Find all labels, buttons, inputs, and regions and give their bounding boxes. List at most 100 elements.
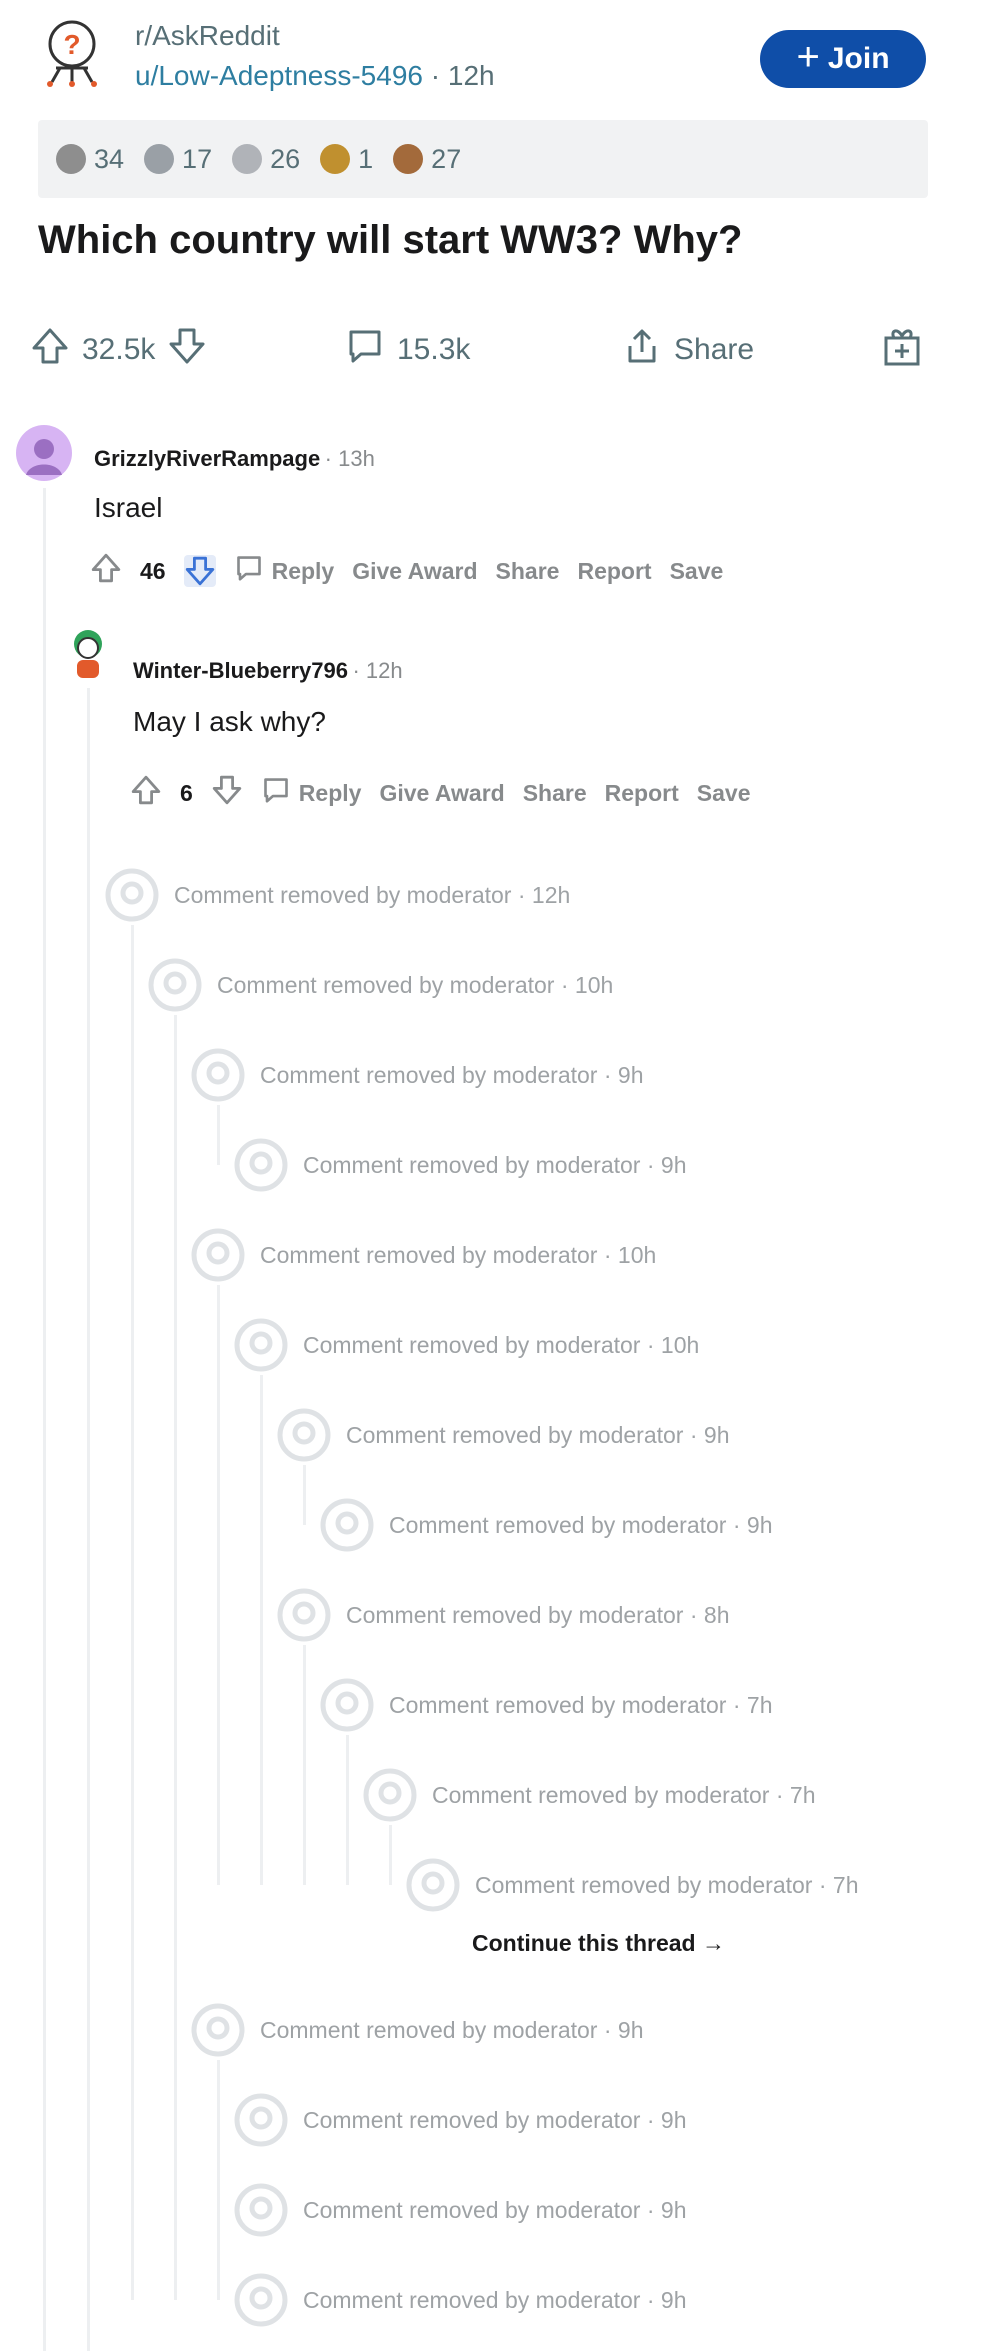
comment-icon (345, 326, 385, 374)
removed-label: Comment removed by moderator (217, 971, 555, 998)
removed-comment[interactable]: Comment removed by moderator · 7h (319, 1675, 773, 1735)
award-button[interactable] (880, 315, 924, 385)
helpful-icon (144, 144, 175, 174)
comment-count: 15.3k (397, 333, 471, 366)
removed-label: Comment removed by moderator (432, 1781, 770, 1808)
removed-comment[interactable]: Comment removed by moderator · 10h (147, 955, 613, 1015)
award-count: 27 (431, 143, 462, 174)
deleted-user-icon (233, 2182, 289, 2238)
removed-comment[interactable]: Comment removed by moderator · 9h (233, 2180, 687, 2240)
thread-line[interactable] (346, 1735, 349, 1885)
award-item: 17 (144, 144, 212, 175)
save-button[interactable]: Save (697, 780, 751, 807)
give-award-button[interactable]: Give Award (352, 558, 477, 585)
removed-comment[interactable]: Comment removed by moderator · 7h (405, 1855, 859, 1915)
removed-comment[interactable]: Comment removed by moderator · 8h (276, 1585, 730, 1645)
reply-button[interactable]: Reply (234, 553, 334, 589)
comment-score: 6 (180, 779, 193, 806)
comment-body: May I ask why? (133, 706, 326, 737)
comment-age: 13h (338, 446, 375, 471)
post-age: 12h (447, 60, 495, 91)
subreddit-avatar[interactable]: ? (36, 18, 108, 90)
removed-comment-text: Comment removed by moderator · 12h (174, 881, 571, 908)
deleted-user-icon (405, 1857, 461, 1913)
thread-line[interactable] (43, 488, 46, 2351)
removed-age: 9h (660, 2286, 687, 2313)
comments-button[interactable]: 15.3k (345, 315, 470, 385)
share-button[interactable]: Share (496, 558, 560, 585)
thread-line[interactable] (303, 1465, 306, 1525)
upvote-icon[interactable] (30, 326, 70, 374)
thread-line[interactable] (174, 1015, 177, 2300)
comment-body: Israel (94, 492, 163, 523)
join-button[interactable]: + Join (760, 30, 926, 88)
post-author[interactable]: u/Low-Adeptness-5496 (135, 60, 423, 91)
deleted-user-icon (190, 2002, 246, 2058)
post-title: Which country will start WW3? Why? (38, 218, 743, 262)
removed-comment-text: Comment removed by moderator · 7h (389, 1691, 773, 1718)
downvote-icon[interactable] (211, 774, 243, 812)
removed-comment-text: Comment removed by moderator · 8h (346, 1601, 730, 1628)
give-award-button[interactable]: Give Award (379, 780, 504, 807)
deleted-user-icon (147, 957, 203, 1013)
upvote-icon[interactable] (130, 774, 162, 812)
removed-label: Comment removed by moderator (389, 1511, 727, 1538)
reply-button[interactable]: Reply (261, 775, 361, 811)
thread-line[interactable] (131, 925, 134, 2300)
thread-line[interactable] (217, 1285, 220, 1885)
removed-comment[interactable]: Comment removed by moderator · 10h (190, 1225, 656, 1285)
removed-comment[interactable]: Comment removed by moderator · 9h (190, 1045, 644, 1105)
removed-comment-text: Comment removed by moderator · 7h (475, 1871, 859, 1898)
awards-bar[interactable]: 34 17 26 1 27 (38, 120, 928, 198)
thread-line[interactable] (260, 1375, 263, 1885)
removed-comment-text: Comment removed by moderator · 9h (260, 1061, 644, 1088)
removed-comment[interactable]: Comment removed by moderator · 7h (362, 1765, 816, 1825)
removed-age: 9h (660, 2106, 687, 2133)
removed-age: 9h (617, 2016, 644, 2043)
removed-comment[interactable]: Comment removed by moderator · 9h (233, 2090, 687, 2150)
comment-age: 12h (365, 658, 403, 683)
deleted-user-icon (233, 2272, 289, 2328)
comment-avatar[interactable] (16, 425, 72, 486)
thread-line[interactable] (303, 1645, 306, 1885)
plus-icon: + (796, 35, 820, 79)
removed-comment-text: Comment removed by moderator · 9h (346, 1421, 730, 1448)
downvote-icon[interactable] (183, 555, 216, 587)
upvote-icon[interactable] (90, 552, 122, 590)
removed-label: Comment removed by moderator (303, 1151, 641, 1178)
thread-line[interactable] (217, 1105, 220, 1165)
removed-comment-text: Comment removed by moderator · 9h (260, 2016, 644, 2043)
award-count: 17 (182, 143, 213, 174)
removed-comment[interactable]: Comment removed by moderator · 9h (233, 1135, 687, 1195)
subreddit-name[interactable]: r/AskReddit (135, 20, 280, 52)
thread-line[interactable] (389, 1825, 392, 1885)
share-button[interactable]: Share (523, 780, 587, 807)
removed-label: Comment removed by moderator (260, 1241, 598, 1268)
removed-comment[interactable]: Comment removed by moderator · 12h (104, 865, 570, 925)
downvote-icon[interactable] (167, 326, 207, 374)
removed-comment-text: Comment removed by moderator · 9h (303, 2286, 687, 2313)
removed-comment[interactable]: Comment removed by moderator · 9h (319, 1495, 773, 1555)
removed-comment[interactable]: Comment removed by moderator · 10h (233, 1315, 699, 1375)
thread-line[interactable] (87, 688, 90, 2351)
report-button[interactable]: Report (577, 558, 651, 585)
removed-label: Comment removed by moderator (346, 1421, 684, 1448)
post-vote: 32.5k (30, 315, 207, 385)
removed-comment-text: Comment removed by moderator · 9h (303, 1151, 687, 1178)
continue-thread-link[interactable]: Continue this thread → (472, 1930, 725, 1957)
save-button[interactable]: Save (670, 558, 724, 585)
share-icon (622, 326, 662, 374)
thread-line[interactable] (217, 2060, 220, 2300)
removed-age: 10h (617, 1241, 657, 1268)
removed-age: 9h (660, 1151, 687, 1178)
removed-comment[interactable]: Comment removed by moderator · 9h (233, 2270, 687, 2330)
comment-author[interactable]: Winter-Blueberry796 (133, 658, 348, 683)
removed-comment[interactable]: Comment removed by moderator · 9h (190, 2000, 644, 2060)
deleted-user-icon (233, 1317, 289, 1373)
comment-author[interactable]: GrizzlyRiverRampage (94, 446, 320, 471)
removed-comment[interactable]: Comment removed by moderator · 9h (276, 1405, 730, 1465)
reply-icon (234, 553, 264, 589)
report-button[interactable]: Report (605, 780, 679, 807)
share-button[interactable]: Share (622, 315, 754, 385)
comment-avatar[interactable] (60, 624, 116, 685)
